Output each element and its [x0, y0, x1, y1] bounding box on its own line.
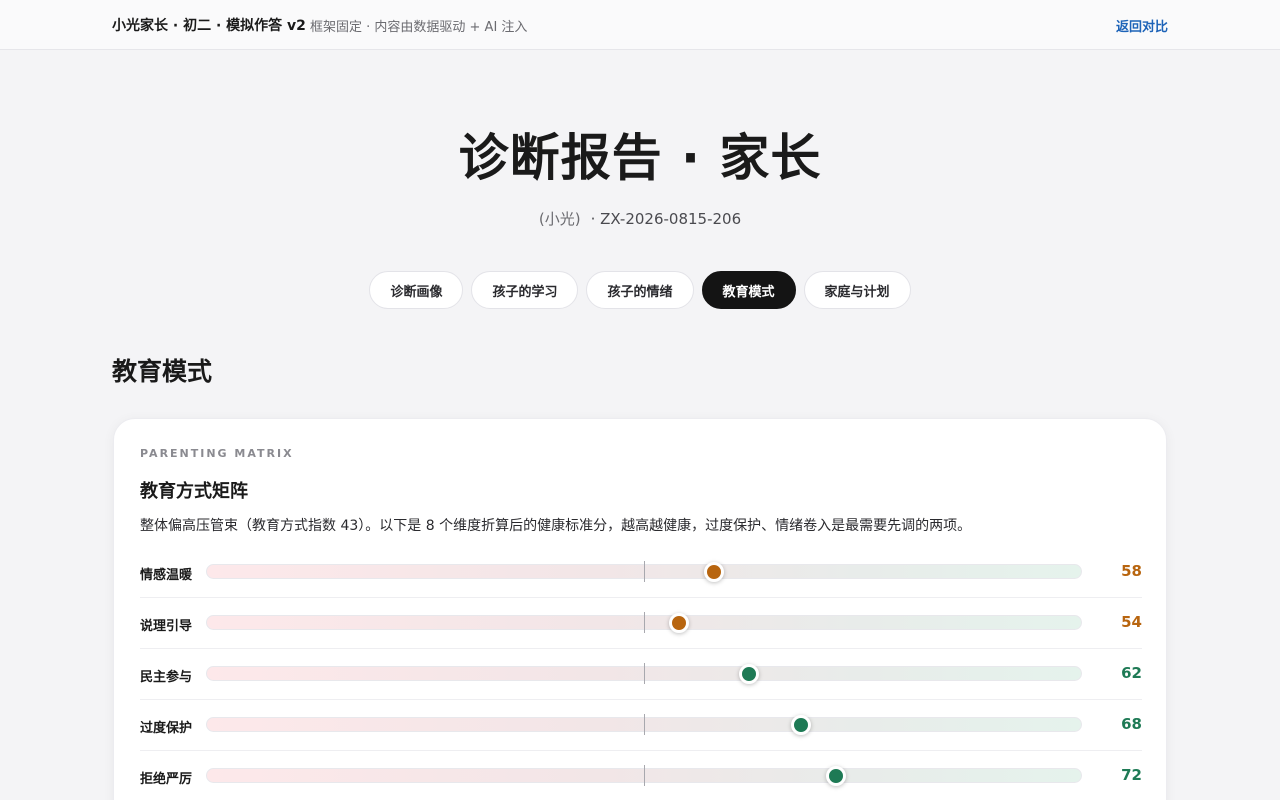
score-value: 72: [1121, 766, 1142, 784]
score-value: 62: [1121, 664, 1142, 682]
dimension-label: 情感温暖: [140, 568, 193, 583]
score-marker: [791, 714, 812, 735]
midline-marker: [644, 561, 645, 582]
score-track: [206, 612, 1082, 633]
dimension-label: 民主参与: [140, 670, 193, 685]
score-value: 54: [1121, 613, 1142, 631]
matrix-row: 民主参与 62: [140, 649, 1142, 700]
top-bar: 小光家长 · 初二 · 模拟作答 v2 框架固定 · 内容由数据驱动 + AI …: [0, 0, 1280, 50]
app-title: 小光家长 · 初二 · 模拟作答 v2: [112, 18, 306, 34]
score-track: [206, 663, 1082, 684]
midline-marker: [644, 663, 645, 684]
back-to-compare-link[interactable]: 返回对比: [1116, 16, 1168, 35]
section-title: 教育模式: [112, 357, 213, 386]
matrix-row: 过度保护 68: [140, 700, 1142, 751]
dimension-label: 过度保护: [140, 721, 193, 736]
score-value: 58: [1121, 562, 1142, 580]
midline-marker: [644, 612, 645, 633]
dimension-label: 拒绝严厉: [140, 772, 193, 787]
report-meta: (小光) · ZX-2026-0815-206: [0, 208, 1280, 229]
app-subtitle: 框架固定 · 内容由数据驱动 + AI 注入: [310, 20, 528, 35]
card-description: 整体偏高压管束（教育方式指数 43）。以下是 8 个维度折算后的健康标准分，越高…: [140, 518, 972, 534]
score-marker: [738, 663, 759, 684]
student-name: (小光): [538, 210, 581, 228]
score-track: [206, 714, 1082, 735]
matrix-row: 情感温暖 58: [140, 547, 1142, 598]
matrix-rows: 情感温暖 58 说理引导 54 民主参与 62 过度保护 68 拒绝严厉 72: [140, 547, 1142, 800]
tab-emotion[interactable]: 孩子的情绪: [586, 271, 694, 309]
parenting-matrix-card: PARENTING MATRIX 教育方式矩阵 整体偏高压管束（教育方式指数 4…: [113, 418, 1167, 800]
tab-parenting[interactable]: 教育模式: [701, 271, 796, 309]
matrix-row: 说理引导 54: [140, 598, 1142, 649]
report-id: · ZX-2026-0815-206: [590, 210, 742, 228]
dimension-label: 说理引导: [140, 619, 193, 634]
card-title: 教育方式矩阵: [140, 481, 248, 502]
tab-family-plan[interactable]: 家庭与计划: [803, 271, 911, 309]
score-track: [206, 765, 1082, 786]
score-marker: [703, 561, 724, 582]
score-track: [206, 561, 1082, 582]
score-marker: [826, 765, 847, 786]
tab-bar: 诊断画像 孩子的学习 孩子的情绪 教育模式 家庭与计划: [0, 271, 1280, 309]
midline-marker: [644, 714, 645, 735]
midline-marker: [644, 765, 645, 786]
page-title: 诊断报告 · 家长: [458, 129, 822, 187]
tab-learning[interactable]: 孩子的学习: [471, 271, 579, 309]
score-marker: [668, 612, 689, 633]
matrix-row: 拒绝严厉 72: [140, 751, 1142, 800]
card-eyebrow: PARENTING MATRIX: [140, 447, 294, 460]
tab-portrait[interactable]: 诊断画像: [369, 271, 464, 309]
score-value: 68: [1121, 715, 1142, 733]
